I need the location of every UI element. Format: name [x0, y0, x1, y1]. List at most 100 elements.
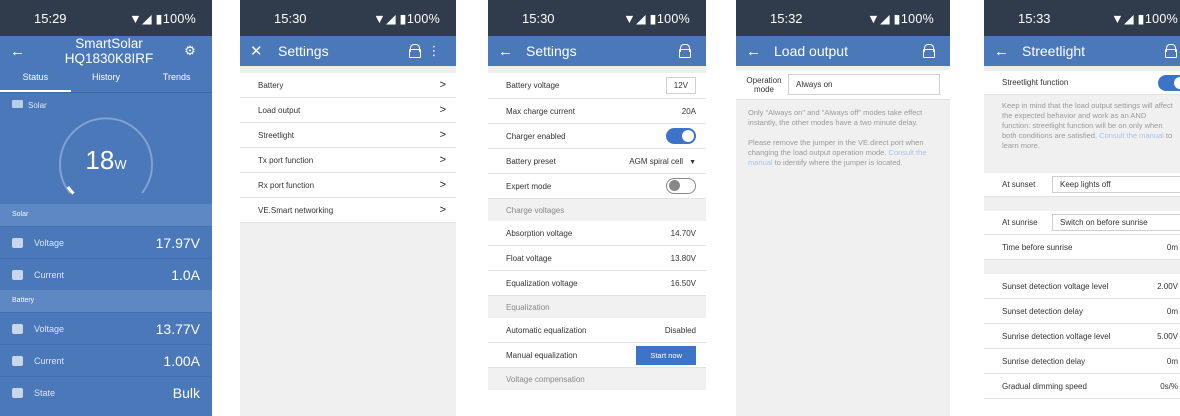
solar-watts-unit: W: [114, 157, 127, 172]
settings-item-streetlight[interactable]: Streetlight >: [240, 123, 456, 148]
at-sunset-dropdown[interactable]: Keep lights off: [1052, 176, 1180, 193]
battery-current-row: Current 1.00A: [0, 344, 212, 376]
tab-history[interactable]: History: [71, 66, 142, 92]
max-charge-row[interactable]: Max charge current 20A: [488, 99, 706, 124]
solar-current-label: Current: [34, 269, 65, 280]
load-output-screen: 15:32 ▼◢ ▮100% ← Load output Operation m…: [736, 0, 950, 416]
float-label: Float voltage: [506, 253, 552, 263]
chevron-right-icon: >: [439, 154, 446, 166]
consult-manual-link[interactable]: Consult the manual: [1099, 131, 1164, 140]
battery-preset-dropdown[interactable]: AGM spiral cell ▼: [629, 157, 696, 166]
tab-status[interactable]: Status: [0, 66, 71, 92]
lock-icon[interactable]: [404, 43, 424, 59]
item-label: Rx port function: [258, 180, 315, 190]
chevron-right-icon: >: [439, 104, 446, 116]
charger-enabled-row: Charger enabled: [488, 124, 706, 149]
solar-voltage-value: 17.97V: [155, 234, 200, 251]
equalization-voltage-row[interactable]: Equalization voltage 16.50V: [488, 271, 706, 296]
absorption-label: Absorption voltage: [506, 228, 573, 238]
signal-battery-indicator: ▼◢ ▮100%: [129, 11, 196, 26]
sunset-delay-row[interactable]: Sunset detection delay 0m: [984, 299, 1180, 324]
back-arrow-icon[interactable]: ←: [746, 43, 768, 60]
dashboard: Solar 18W Solar Voltage 17.97V Current 1…: [0, 92, 212, 416]
solar-voltage-label: Voltage: [34, 237, 65, 248]
tab-trends[interactable]: Trends: [141, 66, 212, 92]
battery-voltage-label: Voltage: [34, 323, 65, 334]
battery-current-label: Current: [34, 355, 65, 366]
sunrise-level-row[interactable]: Sunrise detection voltage level 5.00V: [984, 324, 1180, 349]
clock: 15:30: [522, 10, 555, 26]
auto-eq-label: Automatic equalization: [506, 325, 587, 335]
battery-preset-value: AGM spiral cell: [629, 156, 684, 166]
state-row: State Bulk: [0, 376, 212, 408]
battery-voltage-value: 13.77V: [155, 320, 200, 337]
page-title: Settings: [526, 43, 577, 59]
float-row[interactable]: Float voltage 13.80V: [488, 246, 706, 271]
streetlight-function-label: Streetlight function: [1002, 78, 1069, 87]
back-arrow-icon[interactable]: ←: [10, 43, 32, 60]
back-arrow-icon[interactable]: ←: [498, 43, 520, 60]
empty-area: [240, 223, 456, 416]
sunset-delay-value: 0m: [1166, 306, 1178, 316]
start-now-button[interactable]: Start now: [636, 345, 696, 365]
float-value: 13.80V: [670, 253, 696, 263]
status-bar: 15:33 ▼◢ ▮100%: [984, 0, 1180, 36]
lock-icon[interactable]: [1160, 43, 1180, 59]
charger-enabled-toggle[interactable]: [666, 128, 696, 144]
clock: 15:32: [770, 10, 803, 26]
settings-item-rx-port[interactable]: Rx port function >: [240, 173, 456, 198]
lock-icon[interactable]: [674, 43, 694, 59]
battery-preset-row[interactable]: Battery preset AGM spiral cell ▼: [488, 149, 706, 174]
status-bar: 15:30 ▼◢ ▮100%: [488, 0, 706, 36]
equalization-label: Equalization voltage: [506, 278, 578, 288]
section-charge-voltages: Charge voltages: [488, 199, 706, 221]
tab-bar: Status History Trends: [0, 66, 212, 92]
page-title: Load output: [774, 43, 848, 59]
sunrise-delay-label: Sunrise detection delay: [1002, 356, 1086, 366]
divider: [488, 66, 706, 73]
sunset-delay-label: Sunset detection delay: [1002, 306, 1083, 316]
operation-mode-dropdown[interactable]: Always on: [788, 74, 940, 95]
settings-item-load-output[interactable]: Load output >: [240, 98, 456, 123]
solar-panel-icon: [12, 100, 23, 108]
lock-icon[interactable]: [918, 43, 938, 59]
clock: 15:29: [34, 10, 67, 26]
settings-item-battery[interactable]: Battery >: [240, 73, 456, 98]
at-sunrise-label: At sunrise: [1002, 218, 1038, 227]
settings-list: Battery > Load output > Streetlight > Tx po…: [240, 73, 456, 223]
battery-voltage-row: Battery voltage 12V: [488, 73, 706, 99]
time-before-value: 0m: [1166, 242, 1178, 252]
section-solar: Solar: [0, 204, 212, 226]
streetlight-function-toggle[interactable]: [1158, 74, 1180, 91]
battery-voltage-row: Voltage 13.77V: [0, 312, 212, 344]
gear-icon[interactable]: ⚙: [180, 43, 200, 59]
settings-item-ve-smart[interactable]: VE.Smart networking >: [240, 198, 456, 223]
divider: [984, 260, 1180, 274]
sunrise-delay-value: 0m: [1166, 356, 1178, 366]
auto-equalization-row[interactable]: Automatic equalization Disabled: [488, 318, 706, 343]
page-title: Settings: [278, 43, 329, 59]
max-charge-label: Max charge current: [506, 106, 575, 116]
close-icon[interactable]: ✕: [250, 42, 272, 60]
back-arrow-icon[interactable]: ←: [994, 43, 1016, 60]
chevron-right-icon: >: [439, 79, 446, 91]
at-sunrise-dropdown[interactable]: Switch on before sunrise: [1052, 214, 1180, 231]
sunrise-delay-row[interactable]: Sunrise detection delay 0m: [984, 349, 1180, 374]
battery-voltage-field[interactable]: 12V: [665, 77, 696, 94]
equalization-value: 16.50V: [670, 278, 696, 288]
device-title: SmartSolar HQ1830K8IRF: [64, 36, 154, 66]
expert-mode-toggle[interactable]: [666, 178, 696, 194]
more-menu-icon[interactable]: ⋮: [424, 43, 444, 59]
state-label: State: [34, 387, 56, 398]
settings-item-tx-port[interactable]: Tx port function >: [240, 148, 456, 173]
section-equalization: Equalization: [488, 296, 706, 318]
note-jumper: Please remove the jumper in the VE.direc…: [748, 138, 938, 168]
time-before-sunrise-row[interactable]: Time before sunrise 0m: [984, 235, 1180, 260]
solar-current-value: 1.0A: [171, 266, 200, 283]
sunset-level-row[interactable]: Sunset detection voltage level 2.00V: [984, 274, 1180, 299]
dimming-speed-row[interactable]: Gradual dimming speed 0s/%: [984, 374, 1180, 399]
clock: 15:33: [1018, 10, 1051, 26]
absorption-row[interactable]: Absorption voltage 14.70V: [488, 221, 706, 246]
load-notes: Only "Always on" and "Always off" modes …: [736, 100, 950, 416]
solar-watts-value: 18: [85, 145, 115, 175]
